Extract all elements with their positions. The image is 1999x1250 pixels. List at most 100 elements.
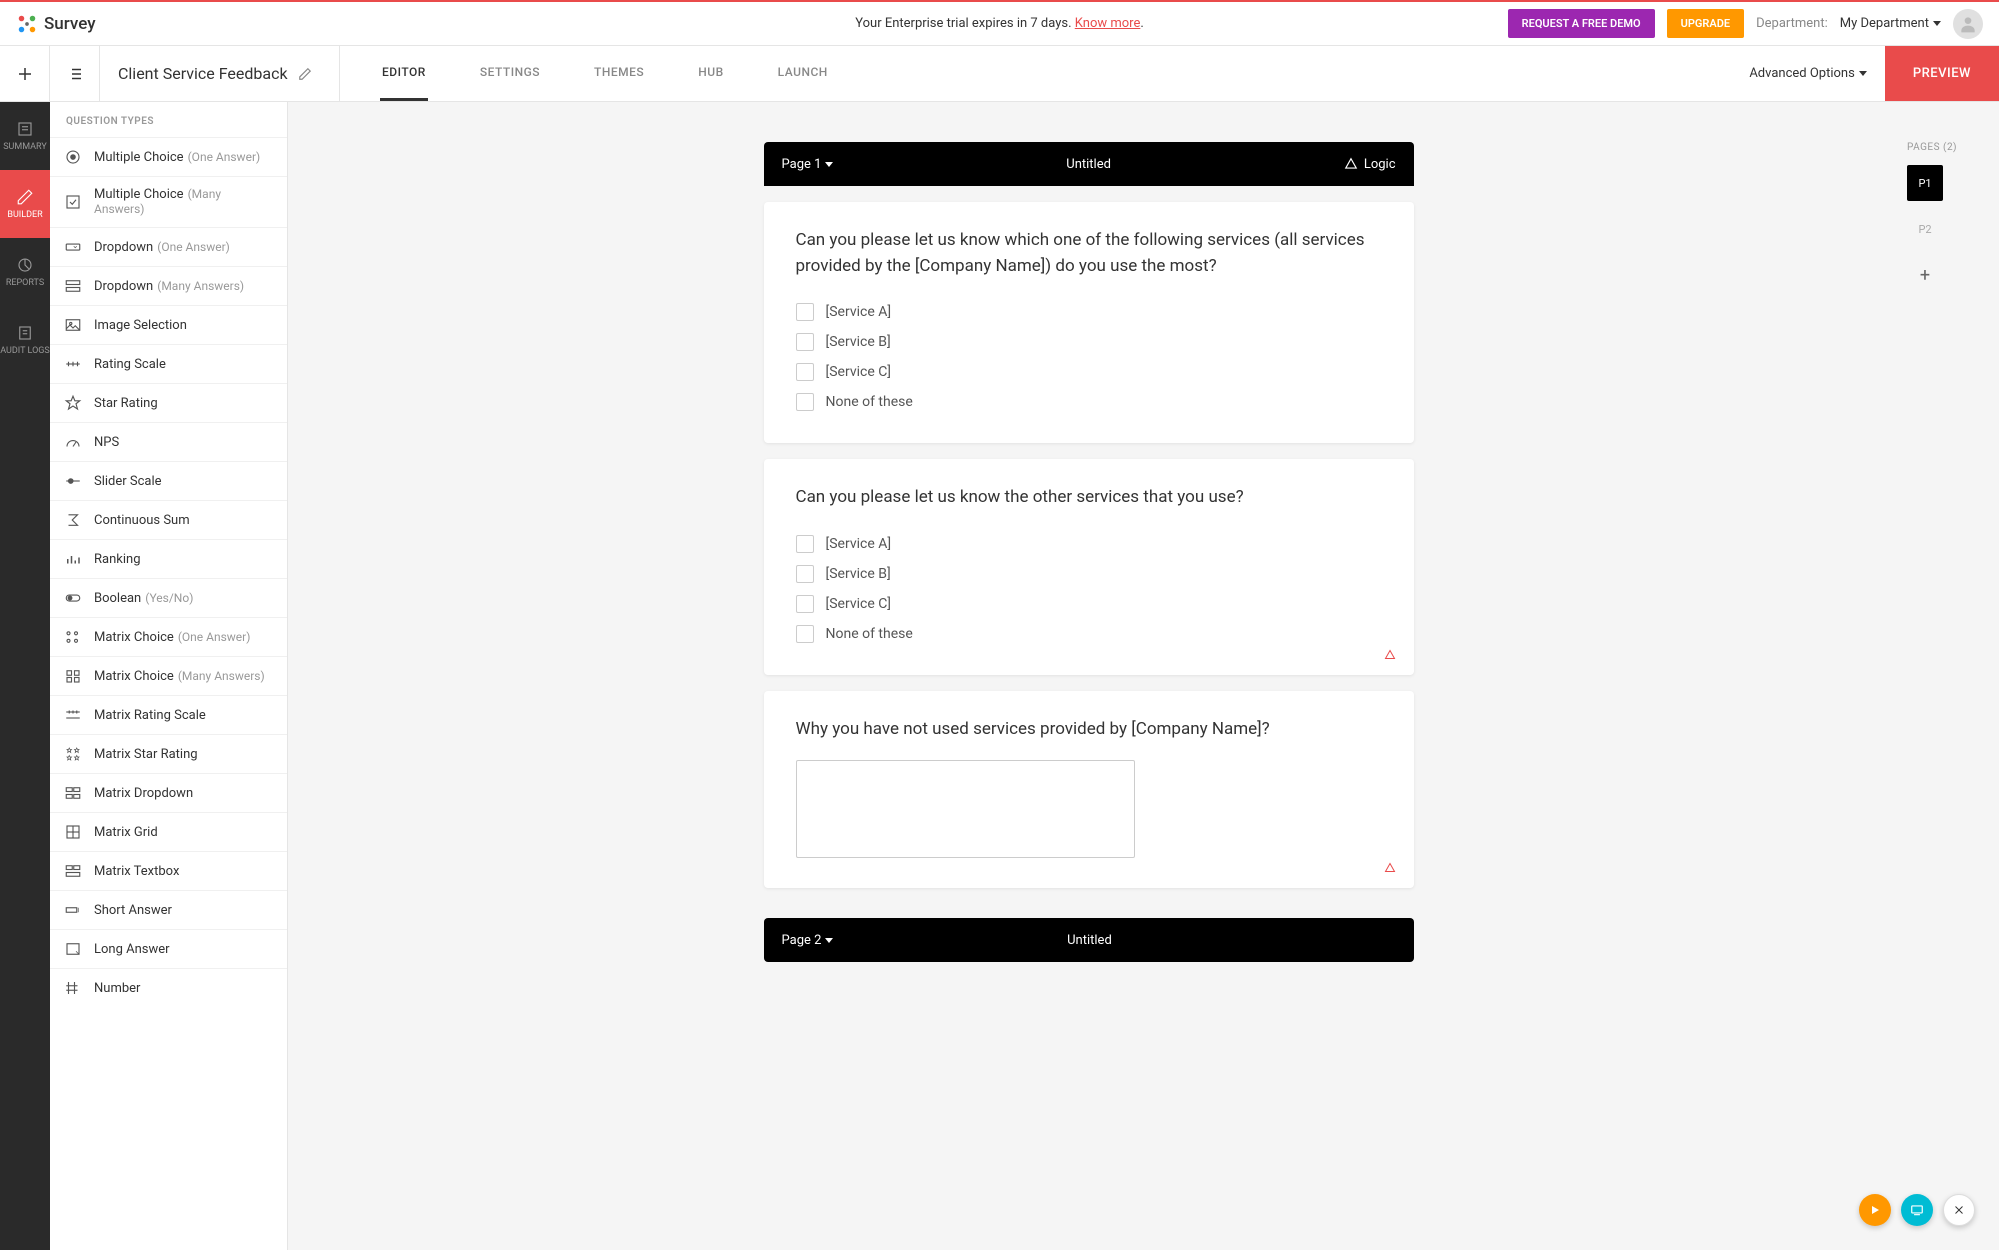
- question-option[interactable]: [Service C]: [796, 589, 1382, 619]
- rail-summary[interactable]: SUMMARY: [0, 102, 50, 170]
- tab-themes[interactable]: THEMES: [592, 46, 646, 101]
- caret-down-icon: [825, 938, 833, 943]
- edit-title-icon[interactable]: [298, 67, 312, 81]
- question-type-item[interactable]: Star Rating: [50, 383, 287, 422]
- page-selector[interactable]: Page 1: [782, 157, 834, 172]
- question-type-item[interactable]: Short Answer: [50, 890, 287, 929]
- question-type-label: Slider Scale: [94, 474, 162, 489]
- matrix-r-icon: [64, 628, 82, 646]
- checkbox-icon: [796, 303, 814, 321]
- tab-settings[interactable]: SETTINGS: [478, 46, 542, 101]
- question-type-item[interactable]: Number: [50, 968, 287, 1007]
- boolean-icon: [64, 589, 82, 607]
- checkbox-icon: [796, 535, 814, 553]
- tab-editor[interactable]: EDITOR: [380, 46, 428, 101]
- upgrade-button[interactable]: UPGRADE: [1667, 9, 1744, 38]
- tab-hub[interactable]: HUB: [696, 46, 725, 101]
- request-demo-button[interactable]: REQUEST A FREE DEMO: [1508, 9, 1655, 38]
- question-type-label: Multiple Choice(Many Answers): [94, 187, 273, 217]
- short-icon: [64, 901, 82, 919]
- add-page-button[interactable]: +: [1907, 257, 1943, 293]
- question-type-label: Matrix Dropdown: [94, 786, 193, 801]
- ranking-icon: [64, 550, 82, 568]
- question-option[interactable]: [Service C]: [796, 357, 1382, 387]
- pages-panel-title: PAGES (2): [1907, 142, 1981, 153]
- department-select[interactable]: My Department: [1840, 16, 1941, 31]
- question-type-label: Star Rating: [94, 396, 158, 411]
- logic-indicator-icon[interactable]: [1384, 859, 1396, 878]
- logo[interactable]: Survey: [16, 13, 96, 35]
- answer-textarea[interactable]: [796, 760, 1136, 858]
- page-title[interactable]: Untitled: [833, 933, 1345, 948]
- question-type-item[interactable]: Slider Scale: [50, 461, 287, 500]
- logic-indicator-icon[interactable]: [1384, 646, 1396, 665]
- question-type-label: Ranking: [94, 552, 141, 567]
- question-type-label: Dropdown(Many Answers): [94, 279, 244, 294]
- question-types-sidebar: QUESTION TYPES Multiple Choice(One Answe…: [50, 102, 288, 1250]
- question-type-item[interactable]: Matrix Textbox: [50, 851, 287, 890]
- question-type-item[interactable]: NPS: [50, 422, 287, 461]
- rail-reports[interactable]: REPORTS: [0, 238, 50, 306]
- dropdown-multi-icon: [64, 277, 82, 295]
- page-thumb-2[interactable]: P2: [1907, 211, 1943, 247]
- question-type-item[interactable]: Matrix Rating Scale: [50, 695, 287, 734]
- know-more-link[interactable]: Know more: [1075, 16, 1141, 31]
- subheader: Client Service Feedback EDITOR SETTINGS …: [0, 46, 1999, 102]
- logic-button[interactable]: Logic: [1344, 157, 1396, 172]
- page-thumb-1[interactable]: P1: [1907, 165, 1943, 201]
- question-type-item[interactable]: Long Answer: [50, 929, 287, 968]
- advanced-options[interactable]: Advanced Options: [1731, 66, 1884, 81]
- float-feedback-button[interactable]: [1901, 1194, 1933, 1226]
- question-type-item[interactable]: Dropdown(Many Answers): [50, 266, 287, 305]
- question-type-label: Multiple Choice(One Answer): [94, 150, 260, 165]
- list-button[interactable]: [50, 46, 100, 102]
- question-option[interactable]: None of these: [796, 619, 1382, 649]
- question-type-item[interactable]: Boolean(Yes/No): [50, 578, 287, 617]
- add-button[interactable]: [0, 46, 50, 102]
- page-title[interactable]: Untitled: [833, 157, 1343, 172]
- question-type-label: Matrix Star Rating: [94, 747, 198, 762]
- question-type-item[interactable]: Continuous Sum: [50, 500, 287, 539]
- number-icon: [64, 979, 82, 997]
- question-type-label: Matrix Choice(Many Answers): [94, 669, 265, 684]
- page-selector[interactable]: Page 2: [782, 933, 834, 948]
- question-type-label: Matrix Grid: [94, 825, 158, 840]
- pages-panel: PAGES (2) P1 P2 +: [1889, 102, 1999, 1250]
- checkbox-icon: [796, 363, 814, 381]
- rail-audit-logs[interactable]: AUDIT LOGS: [0, 306, 50, 374]
- question-type-label: Matrix Rating Scale: [94, 708, 206, 723]
- question-option[interactable]: None of these: [796, 387, 1382, 417]
- question-option[interactable]: [Service B]: [796, 327, 1382, 357]
- question-option[interactable]: [Service A]: [796, 529, 1382, 559]
- avatar[interactable]: [1953, 9, 1983, 39]
- question-type-item[interactable]: Matrix Grid: [50, 812, 287, 851]
- question-type-item[interactable]: Multiple Choice(One Answer): [50, 137, 287, 176]
- preview-button[interactable]: PREVIEW: [1885, 46, 1999, 101]
- question-type-item[interactable]: Matrix Choice(One Answer): [50, 617, 287, 656]
- canvas: Page 1 Untitled Logic Can you please let…: [288, 102, 1889, 1250]
- rating-icon: [64, 355, 82, 373]
- question-type-item[interactable]: Ranking: [50, 539, 287, 578]
- checkbox-icon: [796, 625, 814, 643]
- float-play-button[interactable]: [1859, 1194, 1891, 1226]
- nps-icon: [64, 433, 82, 451]
- question-type-item[interactable]: Matrix Star Rating: [50, 734, 287, 773]
- floating-buttons: [1859, 1194, 1975, 1226]
- question-type-item[interactable]: Matrix Dropdown: [50, 773, 287, 812]
- float-close-button[interactable]: [1943, 1194, 1975, 1226]
- question-card[interactable]: Can you please let us know which one of …: [764, 202, 1414, 443]
- rail-builder[interactable]: BUILDER: [0, 170, 50, 238]
- star-icon: [64, 394, 82, 412]
- question-type-item[interactable]: Matrix Choice(Many Answers): [50, 656, 287, 695]
- question-type-label: Dropdown(One Answer): [94, 240, 230, 255]
- logo-text: Survey: [44, 14, 96, 34]
- question-type-item[interactable]: Dropdown(One Answer): [50, 227, 287, 266]
- tab-launch[interactable]: LAUNCH: [776, 46, 830, 101]
- question-type-item[interactable]: Multiple Choice(Many Answers): [50, 176, 287, 227]
- question-card[interactable]: Why you have not used services provided …: [764, 691, 1414, 889]
- question-type-item[interactable]: Rating Scale: [50, 344, 287, 383]
- question-type-item[interactable]: Image Selection: [50, 305, 287, 344]
- question-card[interactable]: Can you please let us know the other ser…: [764, 459, 1414, 675]
- question-option[interactable]: [Service B]: [796, 559, 1382, 589]
- question-option[interactable]: [Service A]: [796, 297, 1382, 327]
